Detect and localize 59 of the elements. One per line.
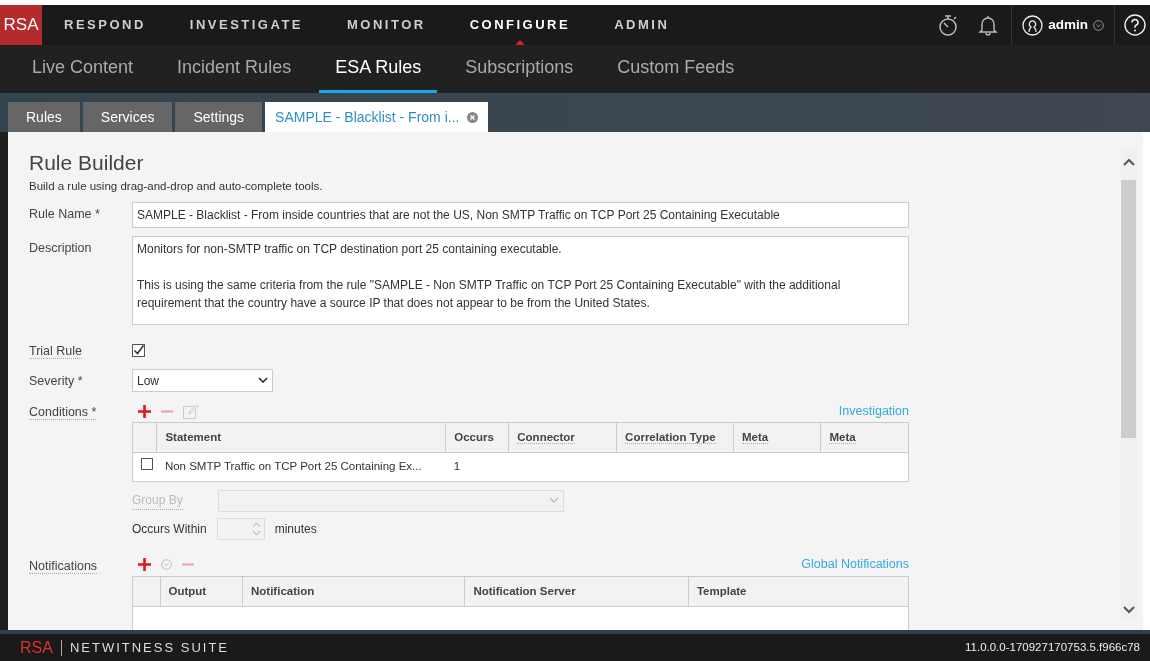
rsa-logo[interactable]: RSA (0, 5, 42, 45)
table-cell: 1 (453, 460, 461, 473)
caret-icon (1093, 19, 1104, 31)
description-field[interactable]: Monitors for non-SMTP traffic on TCP destination port 25 containing executable. This is using the same criteria from the rule "SAMPLE - Non SMTP Traffic on TCP Port 25 Containing Executable" with the additional requirement that the country have a source IP that does not appear to be from the United States. (132, 236, 909, 326)
scroll-down-icon[interactable] (1123, 606, 1135, 614)
bell-icon[interactable] (978, 14, 999, 36)
field-label: Group By (132, 491, 183, 511)
tab[interactable]: Settings (175, 102, 263, 132)
user-menu[interactable]: admin (1012, 5, 1114, 45)
user-icon (1022, 14, 1044, 36)
nav-tab[interactable]: Custom Feeds (601, 45, 751, 93)
column-header: Statement (165, 431, 221, 444)
column-header: Notification Server (473, 584, 576, 597)
column-header: Occurs (454, 431, 494, 444)
column-header: Connector (517, 431, 575, 445)
field-label: Conditions * (29, 405, 97, 421)
field-label: Description (29, 241, 92, 256)
tab[interactable]: Services (82, 102, 173, 132)
rsa-logo: RSA (20, 639, 62, 656)
field-label: Trial Rule (29, 344, 83, 360)
severity-dropdown[interactable]: Low (132, 369, 273, 393)
chevron-down-icon (258, 377, 268, 385)
add-icon[interactable] (138, 558, 151, 572)
checkbox[interactable] (141, 458, 153, 471)
column-header: Correlation Type (625, 431, 716, 445)
scrollbar[interactable] (1121, 148, 1137, 618)
add-icon[interactable] (138, 404, 151, 418)
nav-tab[interactable]: RESPOND (42, 5, 168, 45)
nav-tab[interactable]: Subscriptions (449, 45, 590, 93)
checked-checkbox[interactable] (132, 343, 145, 357)
tab[interactable]: Rules (8, 102, 80, 132)
column-header: Meta (742, 431, 769, 445)
column-header: Notification (251, 584, 315, 597)
page-subtitle: Build a rule using drag-and-drop and auto-complete tools. (29, 179, 324, 195)
field-label: Occurs Within (132, 520, 207, 538)
table-cell: Non SMTP Traffic on TCP Port 25 Containing Ex... (164, 460, 422, 473)
close-icon[interactable] (467, 111, 479, 123)
field-label: Severity * (29, 374, 83, 389)
nav-tab[interactable]: INVESTIGATE (167, 5, 325, 45)
field-label: Rule Name * (29, 207, 100, 222)
column-header: Template (696, 584, 747, 597)
field-label: Notifications (29, 558, 98, 574)
stopwatch-icon[interactable] (938, 14, 959, 36)
help-icon[interactable] (1124, 14, 1146, 36)
product-name: NETWITNESS SUITE (69, 638, 230, 657)
page-title: Rule Builder (29, 150, 145, 176)
tab[interactable]: SAMPLE - Blacklist - From i... (265, 102, 489, 132)
version-text: 11.0.0.0-170927170753.5.f966c78 (965, 639, 1140, 655)
column-header: Output (168, 584, 207, 597)
nav-tab[interactable]: Live Content (16, 45, 150, 93)
scroll-up-icon[interactable] (1123, 158, 1135, 166)
column-header: Meta (829, 431, 856, 445)
rule-name-field[interactable]: SAMPLE - Blacklist - From inside countries that are not the US, Non SMTP Traffic on TCP Port 25 Containing Executable (132, 202, 909, 229)
nav-tab[interactable]: Incident Rules (161, 45, 308, 93)
nav-tab[interactable]: ADMIN (592, 5, 692, 45)
spinner-arrows-icon (251, 521, 261, 536)
nav-tab[interactable]: MONITOR (325, 5, 448, 45)
unit-label: minutes (274, 520, 317, 538)
chevron-down-icon (548, 497, 559, 505)
